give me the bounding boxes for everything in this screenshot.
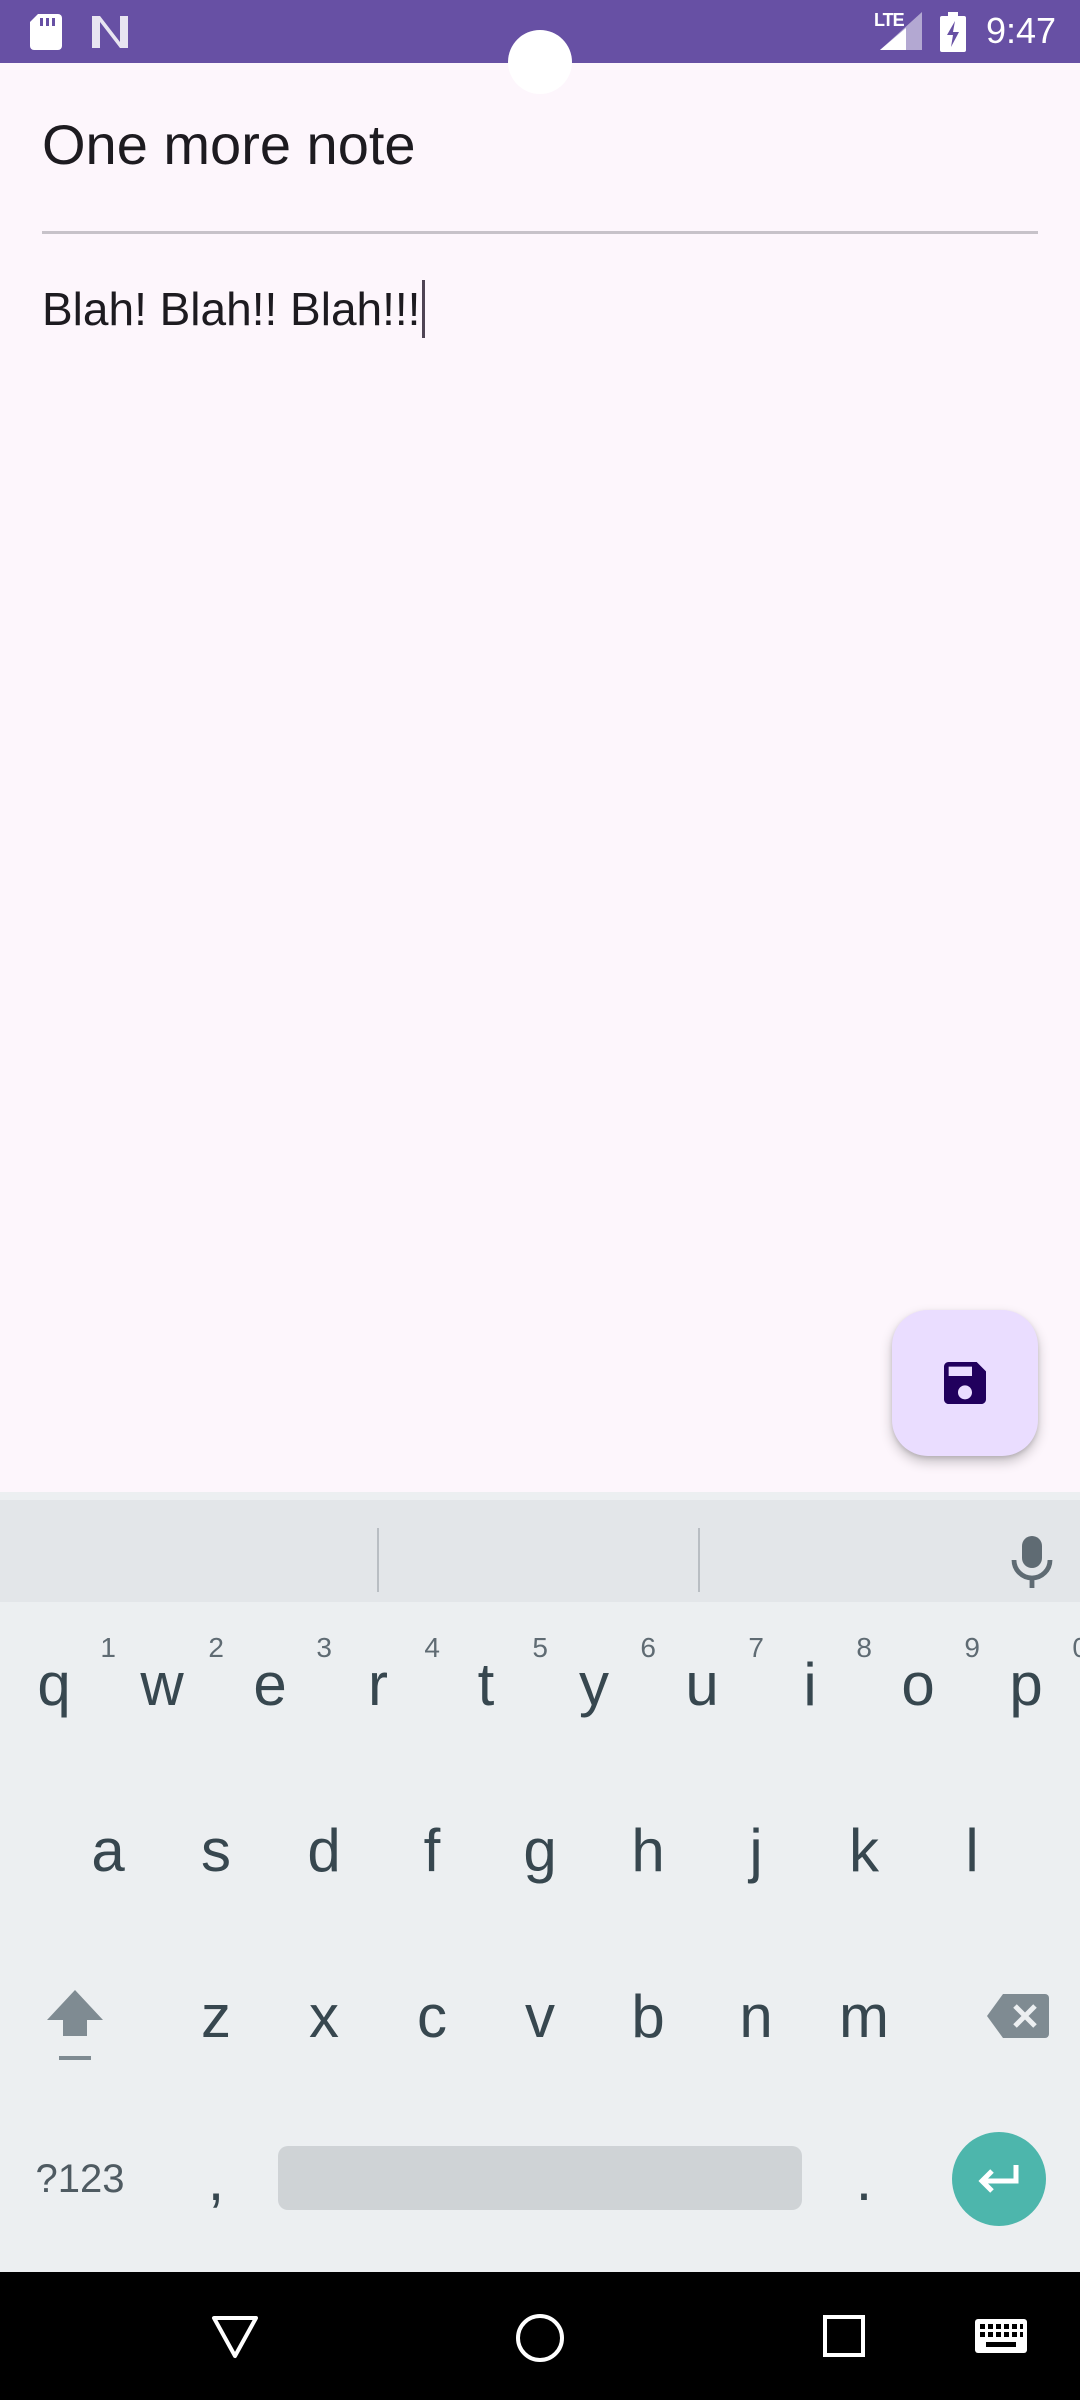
key-d[interactable]: d — [270, 1800, 378, 1900]
key-j[interactable]: j — [702, 1800, 810, 1900]
key-h[interactable]: h — [594, 1800, 702, 1900]
key-letter: y — [579, 1651, 609, 1718]
key-k[interactable]: k — [810, 1800, 918, 1900]
key-q[interactable]: 1q — [0, 1620, 116, 1760]
key-letter: p — [1009, 1651, 1043, 1718]
key-c[interactable]: c — [378, 1966, 486, 2066]
sd-card-icon — [30, 14, 62, 50]
lte-signal-icon — [880, 12, 922, 50]
key-b[interactable]: b — [594, 1966, 702, 2066]
suggestion-divider — [377, 1528, 379, 1592]
key-g[interactable]: g — [486, 1800, 594, 1900]
spacebar[interactable] — [278, 2146, 802, 2210]
note-title-input[interactable]: One more note — [42, 112, 416, 177]
recents-icon[interactable] — [822, 2314, 866, 2358]
title-divider — [42, 231, 1038, 234]
key-i[interactable]: 8i — [756, 1620, 872, 1760]
backspace-key[interactable] — [968, 1986, 1068, 2046]
key-l[interactable]: l — [918, 1800, 1026, 1900]
key-letter: e — [253, 1651, 287, 1718]
shift-key[interactable] — [30, 1976, 120, 2076]
status-bar: LTE 9:47 — [0, 0, 1080, 94]
key-letter: q — [37, 1651, 71, 1718]
clock: 9:47 — [986, 10, 1057, 51]
key-n[interactable]: n — [702, 1966, 810, 2066]
navigation-bar — [0, 2272, 1080, 2400]
key-r[interactable]: 4r — [324, 1620, 440, 1760]
save-icon — [944, 1362, 986, 1404]
symbols-key[interactable]: ?123 — [20, 2144, 140, 2214]
enter-icon — [978, 2165, 1019, 2193]
microphone-icon[interactable] — [1008, 1534, 1056, 1590]
note-body-text: Blah! Blah!! Blah!!! — [42, 283, 421, 335]
key-u[interactable]: 7u — [648, 1620, 764, 1760]
key-s[interactable]: s — [162, 1800, 270, 1900]
backspace-icon — [987, 1994, 1049, 2038]
note-body-input[interactable]: Blah! Blah!! Blah!!! — [42, 280, 426, 338]
key-letter: w — [140, 1651, 184, 1718]
camera-cutout — [508, 30, 572, 94]
text-cursor — [422, 280, 426, 338]
key-letter: i — [803, 1651, 817, 1718]
key-f[interactable]: f — [378, 1800, 486, 1900]
key-y[interactable]: 6y — [540, 1620, 656, 1760]
shift-icon — [47, 1990, 103, 2060]
back-icon[interactable] — [210, 2314, 260, 2360]
key-z[interactable]: z — [162, 1966, 270, 2066]
key-t[interactable]: 5t — [432, 1620, 548, 1760]
suggestion-divider — [698, 1528, 700, 1592]
period-key[interactable]: . — [834, 2144, 894, 2214]
key-v[interactable]: v — [486, 1966, 594, 2066]
save-button[interactable] — [892, 1310, 1038, 1456]
key-p[interactable]: 0p — [972, 1620, 1080, 1760]
key-m[interactable]: m — [810, 1966, 918, 2066]
key-x[interactable]: x — [270, 1966, 378, 2066]
n-icon — [92, 16, 128, 48]
keyboard-switch-icon[interactable] — [974, 2318, 1028, 2354]
suggestion-strip — [0, 1492, 1080, 1602]
comma-key[interactable]: , — [186, 2144, 246, 2214]
key-w[interactable]: 2w — [108, 1620, 224, 1760]
key-letter: o — [901, 1651, 935, 1718]
enter-key[interactable] — [952, 2132, 1046, 2226]
home-icon[interactable] — [514, 2312, 566, 2364]
key-e[interactable]: 3e — [216, 1620, 332, 1760]
key-letter: t — [477, 1651, 495, 1718]
key-letter: u — [685, 1651, 719, 1718]
key-letter: r — [368, 1651, 388, 1718]
battery-charging-icon — [940, 12, 966, 52]
key-o[interactable]: 9o — [864, 1620, 980, 1760]
key-a[interactable]: a — [54, 1800, 162, 1900]
